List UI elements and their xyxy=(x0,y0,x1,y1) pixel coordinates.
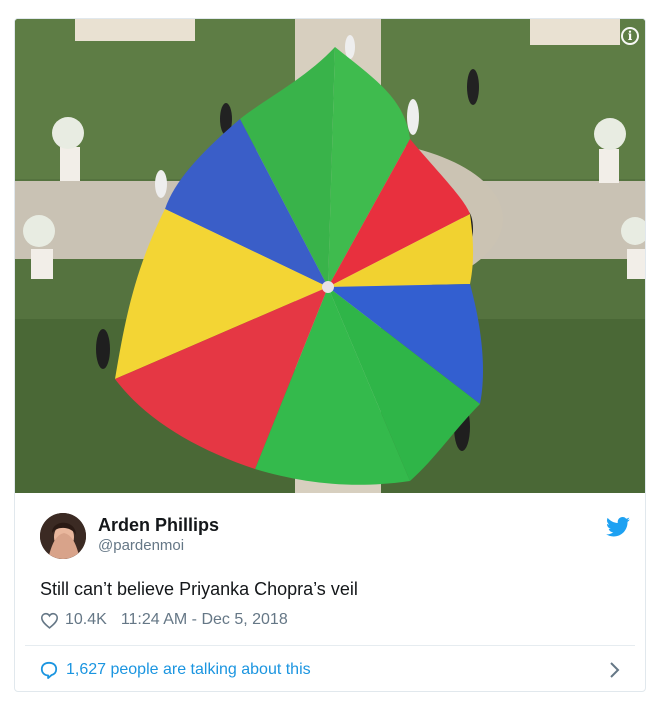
divider xyxy=(25,645,635,646)
tweet-meta: 10.4K 11:24 AM - Dec 5, 2018 xyxy=(40,611,288,629)
chevron-right-icon[interactable] xyxy=(608,661,620,679)
timestamp[interactable]: 11:24 AM - Dec 5, 2018 xyxy=(121,611,288,629)
tweet-card: i Arden Phillips @pardenmoi Still can’t … xyxy=(14,18,646,692)
author-name[interactable]: Arden Phillips xyxy=(98,515,219,536)
tweet-header: Arden Phillips @pardenmoi xyxy=(40,513,630,561)
info-icon[interactable]: i xyxy=(621,27,639,45)
like-count[interactable]: 10.4K xyxy=(65,611,107,629)
tweet-text: Still can’t believe Priyanka Chopra’s ve… xyxy=(40,579,358,599)
conversation-link[interactable]: 1,627 people are talking about this xyxy=(40,657,620,683)
author-handle[interactable]: @pardenmoi xyxy=(98,537,184,554)
avatar-image xyxy=(40,513,86,559)
veil-photo xyxy=(15,19,645,493)
heart-icon[interactable] xyxy=(40,612,59,629)
tweet-photo[interactable]: i xyxy=(15,19,645,493)
avatar[interactable] xyxy=(40,513,86,559)
conversation-text: 1,627 people are talking about this xyxy=(66,661,311,678)
speech-bubble-icon xyxy=(40,661,58,679)
twitter-bird-icon[interactable] xyxy=(606,517,630,537)
